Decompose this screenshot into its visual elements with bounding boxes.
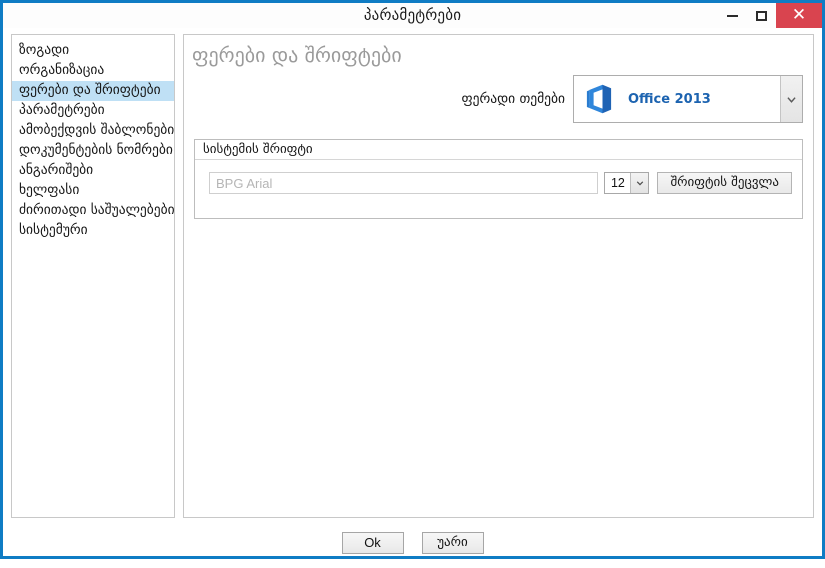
page-title: ფერები და შრიფტები <box>192 43 402 67</box>
change-font-button[interactable]: შრიფტის შეცვლა <box>657 172 792 194</box>
sidebar-item-document-numbers[interactable]: დოკუმენტების ნომრები <box>12 141 174 161</box>
sidebar-item-fixed-assets[interactable]: ძირითადი საშუალებები <box>12 201 174 221</box>
close-icon: ✕ <box>791 5 807 25</box>
sidebar-item-print-templates[interactable]: ამობექდვის შაბლონები <box>12 121 174 141</box>
font-size-value: 12 <box>610 176 625 190</box>
settings-detail-panel: ფერები და შრიფტები ფერადი თემები Office … <box>183 34 814 518</box>
sidebar-item-salary[interactable]: ხელფასი <box>12 181 174 201</box>
font-size-dropdown-arrow[interactable] <box>630 173 649 193</box>
dialog-footer: Ok უარი <box>3 524 822 568</box>
window-body: ზოგადი ორგანიზაცია ფერები და შრიფტები პა… <box>3 28 822 556</box>
cancel-button[interactable]: უარი <box>421 532 484 554</box>
theme-selector-row: ფერადი თემები Office 2013 <box>462 75 803 123</box>
window-title: პარამეტრები <box>363 5 462 24</box>
sidebar-item-colors-and-fonts[interactable]: ფერები და შრიფტები <box>12 81 174 101</box>
chevron-down-icon <box>787 96 796 103</box>
close-button[interactable]: ✕ <box>776 3 822 28</box>
settings-window: პარამეტრები ✕ ზოგადი ორგანიზაცია ფერები … <box>0 0 825 559</box>
sidebar-item-organization[interactable]: ორგანიზაცია <box>12 61 174 81</box>
ok-button[interactable]: Ok <box>341 532 404 554</box>
sidebar-item-accounts[interactable]: ანგარიშები <box>12 161 174 181</box>
title-bar: პარამეტრები ✕ <box>3 0 822 28</box>
office-logo-icon <box>586 84 612 114</box>
theme-dropdown[interactable]: Office 2013 <box>573 75 803 123</box>
settings-category-list[interactable]: ზოგადი ორგანიზაცია ფერები და შრიფტები პა… <box>11 34 175 518</box>
system-font-groupbox: სისტემის შრიფტი 12 შრიფტის შეცვლა <box>194 139 803 219</box>
sidebar-item-parameters[interactable]: პარამეტრები <box>12 101 174 121</box>
window-controls: ✕ <box>718 3 822 28</box>
system-font-controls: 12 შრიფტის შეცვლა <box>195 160 802 194</box>
theme-label: ფერადი თემები <box>461 91 565 107</box>
sidebar-item-general[interactable]: ზოგადი <box>12 41 174 61</box>
minimize-button[interactable] <box>718 3 747 28</box>
maximize-button[interactable] <box>747 3 776 28</box>
minimize-icon <box>727 14 738 17</box>
sidebar-item-system[interactable]: სისტემური <box>12 221 174 241</box>
theme-dropdown-value-area[interactable]: Office 2013 <box>574 76 780 122</box>
chevron-down-icon <box>636 181 644 186</box>
maximize-icon <box>756 10 767 21</box>
theme-dropdown-arrow[interactable] <box>780 76 802 122</box>
theme-selected-value: Office 2013 <box>628 91 711 107</box>
font-size-dropdown[interactable]: 12 <box>604 172 650 194</box>
font-name-input[interactable] <box>209 172 599 194</box>
system-font-groupbox-title: სისტემის შრიფტი <box>195 140 802 160</box>
